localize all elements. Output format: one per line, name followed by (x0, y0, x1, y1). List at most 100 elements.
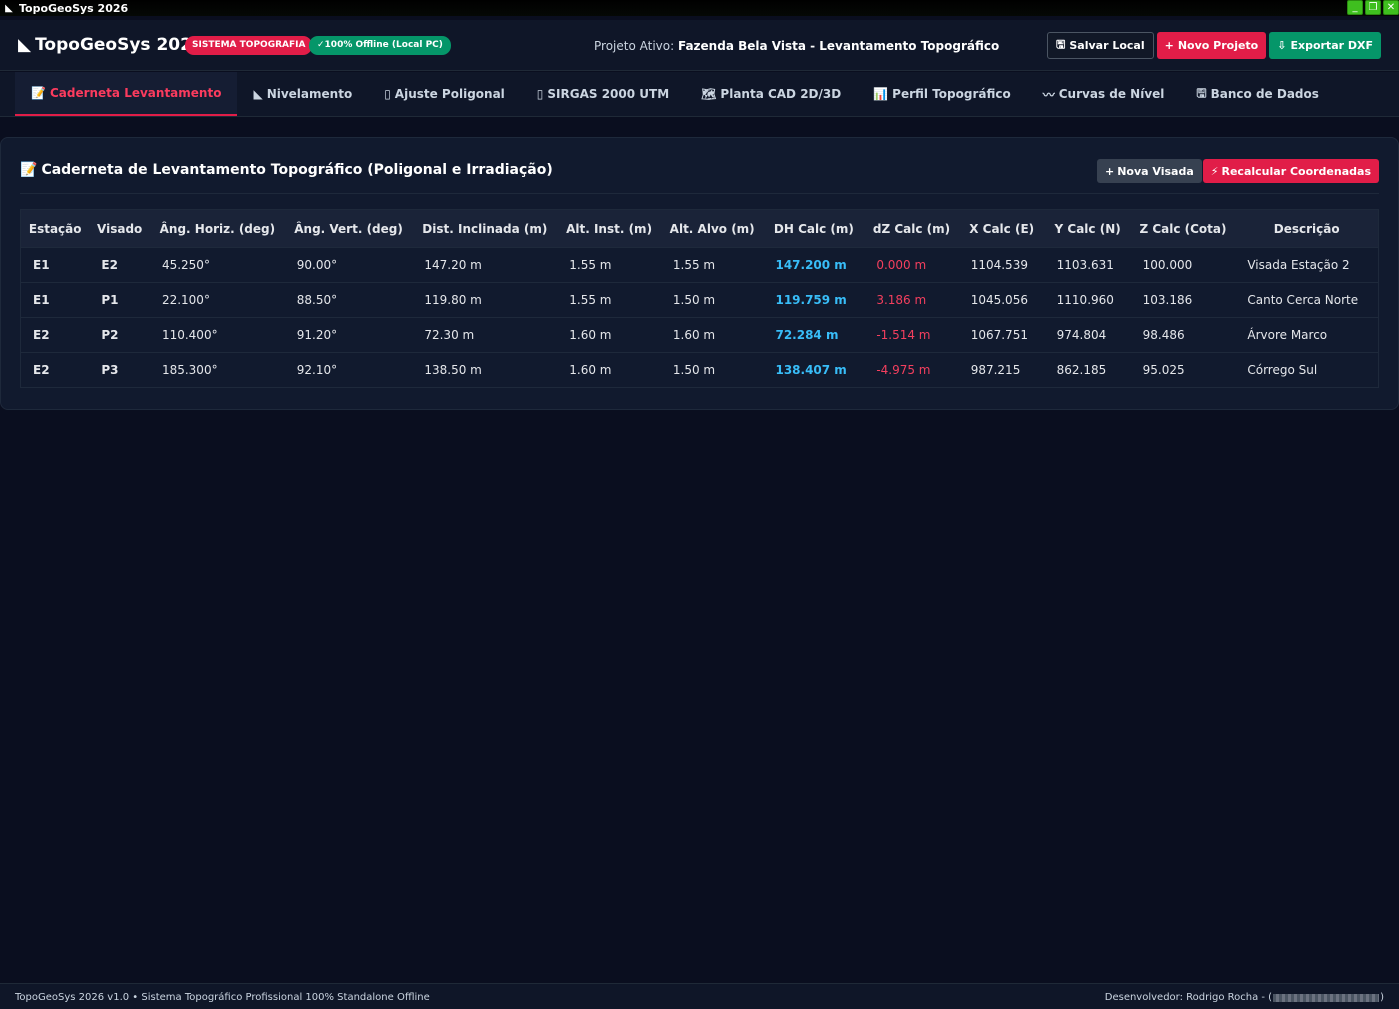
tab-ajuste-poligonal[interactable]: ▯ Ajuste Poligonal (368, 72, 521, 116)
table-cell: 1.60 m (672, 328, 716, 342)
maximize-button[interactable]: ❐ (1365, 0, 1381, 15)
download-icon: ⇩ (1277, 39, 1287, 52)
table-cell: Córrego Sul (1247, 363, 1318, 377)
table-cell: 92.10° (296, 363, 338, 377)
table-cell: E1 (33, 258, 50, 272)
column-header[interactable]: Alt. Inst. (m) (557, 210, 661, 248)
column-header[interactable]: Alt. Alvo (m) (661, 210, 764, 248)
table-cell: 1.50 m (672, 363, 716, 377)
plus-icon: + (1164, 39, 1174, 52)
project-name: Fazenda Bela Vista - Levantamento Topogr… (677, 39, 1000, 53)
new-project-button[interactable]: + Novo Projeto (1156, 32, 1267, 59)
notebook-icon: 📝 (31, 86, 46, 100)
column-header[interactable]: DH Calc (m) (763, 210, 864, 248)
footer-version: TopoGeoSys 2026 v1.0 • Sistema Topográfi… (15, 992, 430, 1003)
column-header[interactable]: Âng. Vert. (deg) (285, 210, 413, 248)
table-cell: 138.407 m (775, 363, 847, 377)
table-cell: 72.284 m (775, 328, 839, 342)
table-cell: 72.30 m (424, 328, 475, 342)
table-cell: E2 (33, 328, 50, 342)
footer-developer: Desenvolvedor: Rodrigo Rocha - () (1104, 992, 1384, 1003)
column-header[interactable]: Visado (89, 210, 150, 248)
table-cell: E1 (33, 293, 50, 307)
main-tabs: 📝 Caderneta Levantamento ◣ Nivelamento ▯ Aj… (0, 72, 1399, 117)
window-controls: _ ❐ ✕ (1347, 0, 1399, 15)
floppy-icon: 🖫 (1055, 38, 1066, 51)
minimize-button[interactable]: _ (1347, 0, 1363, 15)
save-local-button[interactable]: 🖫 Salvar Local (1046, 32, 1154, 59)
table-cell: 1.60 m (569, 328, 612, 342)
export-dxf-button[interactable]: ⇩ Exportar DXF (1269, 32, 1381, 59)
table-cell: Canto Cerca Norte (1247, 293, 1359, 307)
table-row[interactable]: E2 P3 185.300° 92.10° 138.50 m 1.60 m 1.50 m 13… (20, 352, 1379, 388)
table-cell: 1.55 m (569, 293, 612, 307)
tab-curvas[interactable]: 〰 Curvas de Nível (1027, 72, 1181, 116)
table-row[interactable]: E1 P1 22.100° 88.50° 119.80 m 1.55 m 1.50 m 119… (20, 282, 1379, 318)
column-header[interactable]: Dist. Inclinada (m) (412, 210, 557, 248)
system-badge: SISTEMA TOPOGRAFIA (185, 36, 313, 55)
tab-banco-dados[interactable]: 🖫 Banco de Dados (1180, 72, 1335, 116)
panel-title: 📝 Caderneta de Levantamento Topográfico … (20, 162, 553, 178)
table-cell: 1104.539 (970, 258, 1028, 272)
table-cell: 147.20 m (424, 258, 482, 272)
table-cell: 1045.056 (970, 293, 1028, 307)
check-circle-icon: ✓ (317, 40, 325, 50)
table-cell: 1110.960 (1056, 293, 1114, 307)
table-cell: 1.50 m (672, 293, 716, 307)
wave-icon: 〰 (1042, 87, 1055, 102)
column-header[interactable]: Z Calc (Cota) (1131, 210, 1236, 248)
tab-caderneta[interactable]: 📝 Caderneta Levantamento (15, 72, 238, 116)
status-footer: TopoGeoSys 2026 v1.0 • Sistema Topográfi… (0, 983, 1399, 1009)
table-cell: 974.804 (1056, 328, 1107, 342)
chart-icon: 📊 (873, 87, 889, 101)
table-cell: E2 (33, 363, 50, 377)
tab-nivelamento[interactable]: ◣ Nivelamento (237, 72, 368, 116)
table-cell: 91.20° (296, 328, 338, 342)
table-cell: E2 (101, 258, 118, 272)
table-row[interactable]: E1 E2 45.250° 90.00° 147.20 m 1.55 m 1.55 m 147… (20, 247, 1379, 283)
table-row[interactable]: E2 P2 110.400° 91.20° 72.30 m 1.60 m 1.60 m 72.… (20, 317, 1379, 353)
survey-table: Estação Visado Âng. Horiz. (deg) Âng. Vert.… (20, 209, 1379, 388)
table-cell: 0.000 m (876, 258, 927, 272)
table-cell: 22.100° (161, 293, 210, 307)
plus-icon: + (1105, 164, 1115, 178)
table-cell: 138.50 m (424, 363, 482, 377)
notebook-icon: 📝 (20, 162, 38, 178)
map-icon: 🗺 (701, 87, 717, 101)
lightning-icon: ⚡ (1210, 164, 1219, 178)
divider (20, 193, 1379, 194)
table-cell: 1067.751 (970, 328, 1028, 342)
offline-badge: ✓100% Offline (Local PC) (309, 36, 451, 55)
column-header[interactable]: dZ Calc (m) (864, 210, 958, 248)
brand: ◣ TopoGeoSys 2026 (18, 35, 204, 55)
column-header[interactable]: X Calc (E) (959, 210, 1045, 248)
column-header[interactable]: Descrição (1235, 210, 1378, 248)
table-cell: 119.80 m (424, 293, 482, 307)
table-cell: 862.185 (1056, 363, 1107, 377)
table-cell: 1.60 m (569, 363, 612, 377)
table-cell: 45.250° (161, 258, 210, 272)
table-cell: 95.025 (1142, 363, 1185, 377)
table-cell: 3.186 m (876, 293, 927, 307)
new-sight-button[interactable]: + Nova Visada (1097, 159, 1202, 183)
close-button[interactable]: ✕ (1383, 0, 1399, 15)
table-cell: 100.000 (1142, 258, 1193, 272)
tab-perfil[interactable]: 📊 Perfil Topográfico (857, 72, 1027, 116)
table-cell: P1 (101, 293, 119, 307)
brand-name: TopoGeoSys 2026 (35, 35, 204, 55)
panel-actions: + Nova Visada ⚡ Recalcular Coordenadas (1097, 159, 1379, 183)
table-cell: 88.50° (296, 293, 338, 307)
table-cell: 1.55 m (672, 258, 716, 272)
tab-sirgas[interactable]: ▯ SIRGAS 2000 UTM (521, 72, 685, 116)
table-cell: 147.200 m (775, 258, 847, 272)
tab-planta-cad[interactable]: 🗺 Planta CAD 2D/3D (685, 72, 857, 116)
column-header[interactable]: Y Calc (N) (1045, 210, 1131, 248)
column-header[interactable]: Estação (21, 210, 90, 248)
table-cell: 119.759 m (775, 293, 847, 307)
table-cell: 185.300° (161, 363, 218, 377)
column-header[interactable]: Âng. Horiz. (deg) (150, 210, 285, 248)
polygon-icon: ▯ (384, 87, 391, 101)
recalculate-button[interactable]: ⚡ Recalcular Coordenadas (1202, 159, 1379, 183)
globe-icon: ▯ (536, 87, 544, 101)
table-cell: -4.975 m (876, 363, 931, 377)
